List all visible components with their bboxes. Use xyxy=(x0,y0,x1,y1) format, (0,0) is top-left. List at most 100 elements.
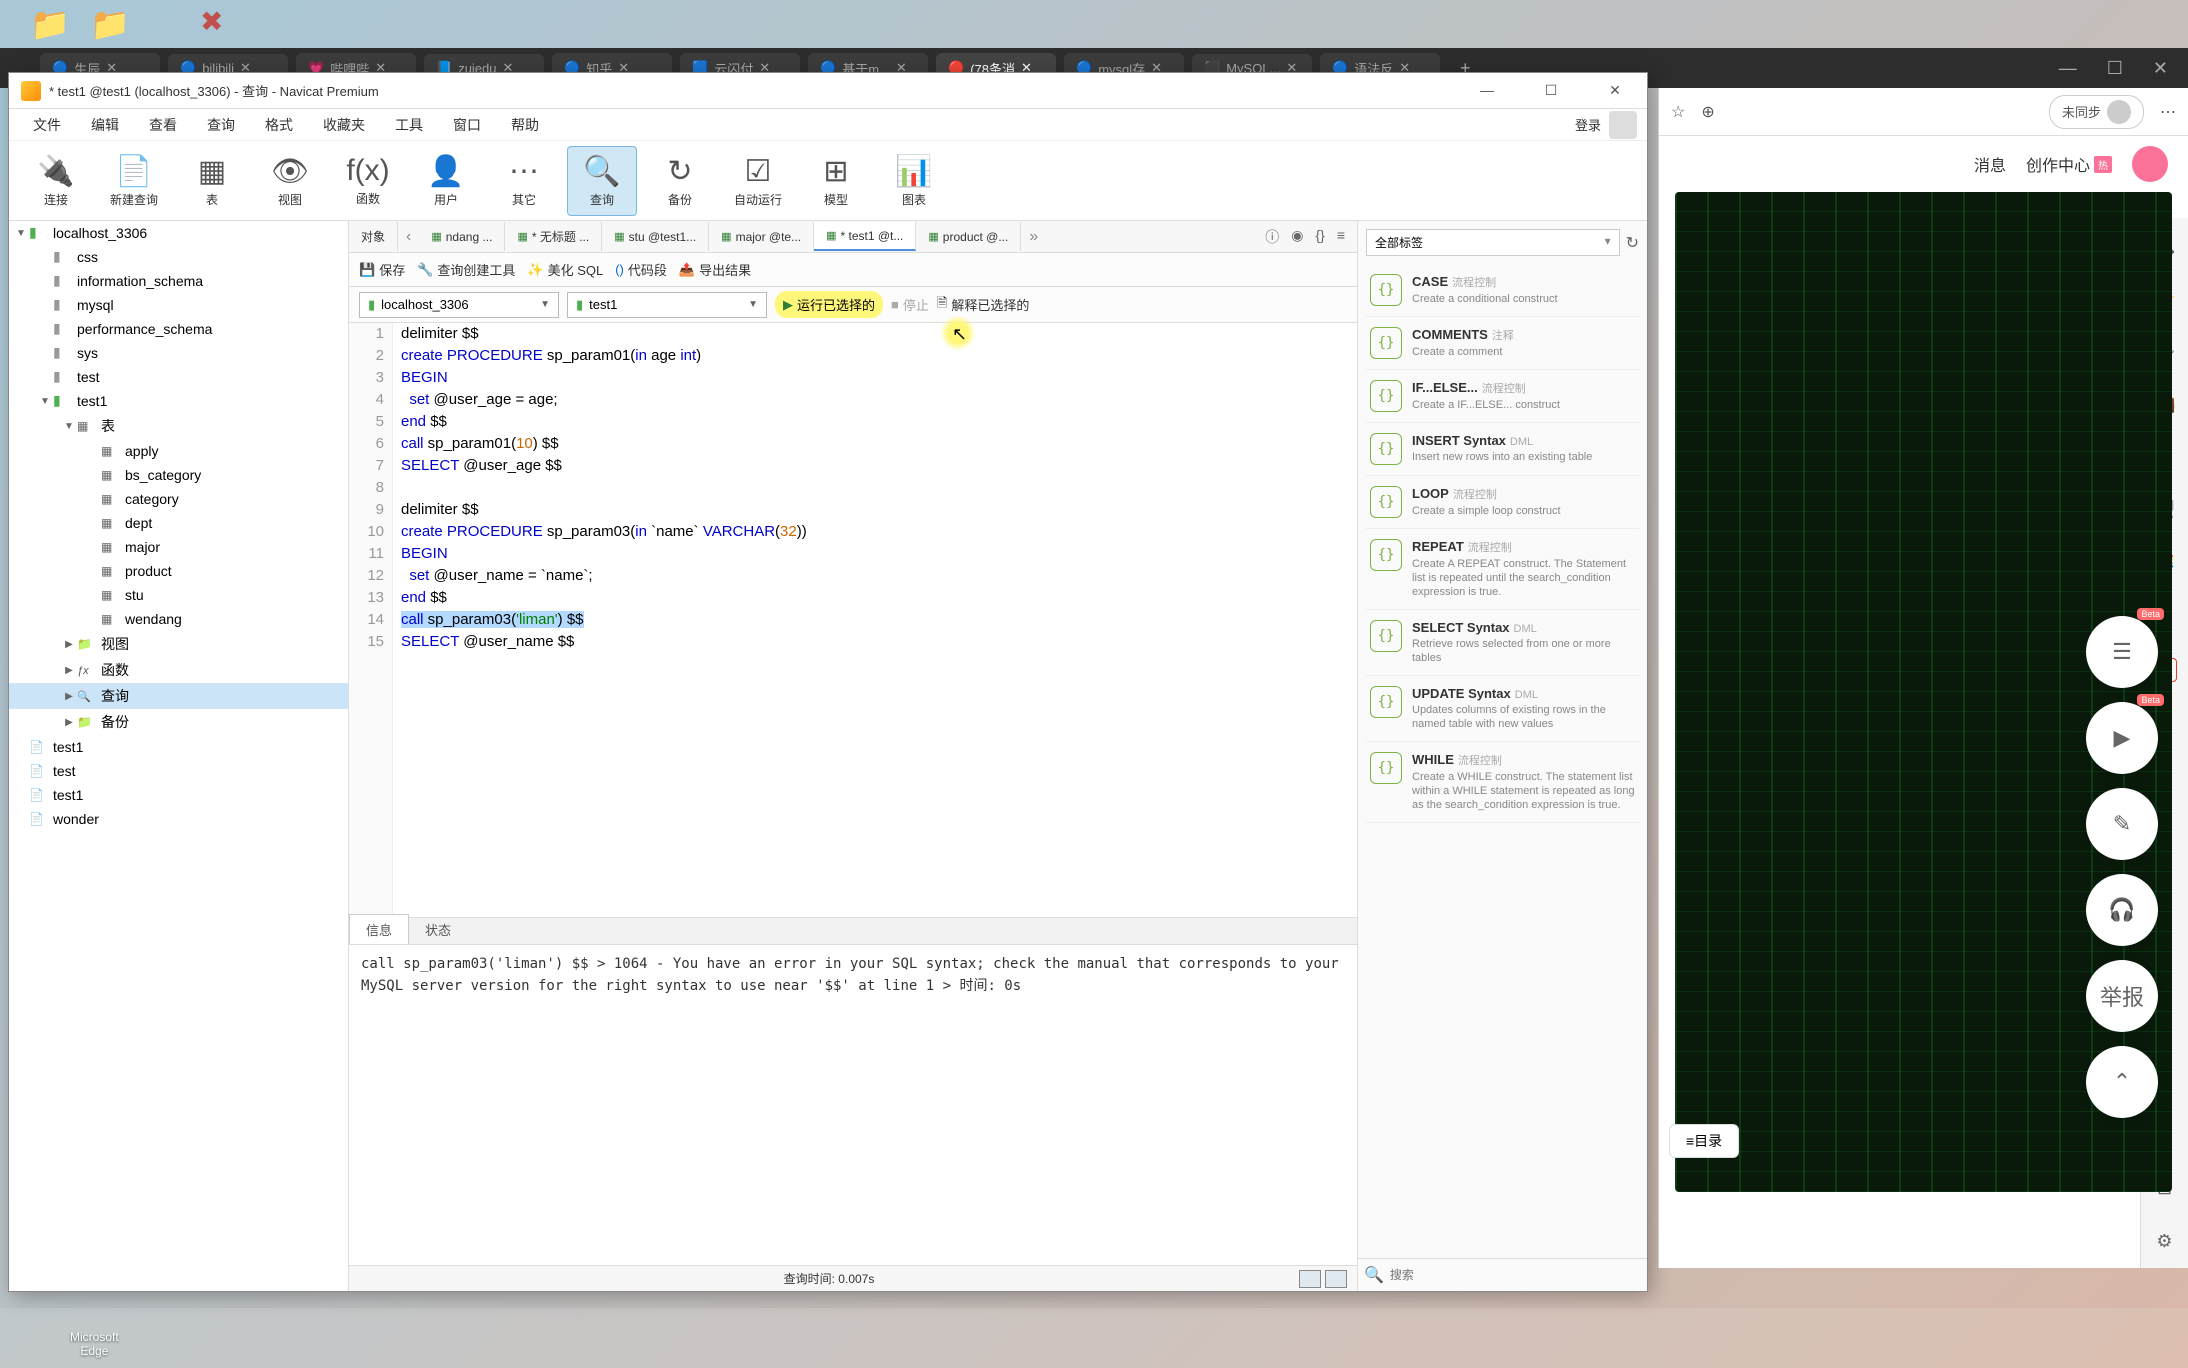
expand-icon[interactable]: ▶ xyxy=(61,639,77,650)
snippet-item[interactable]: {}LOOP流程控制Create a simple loop construct xyxy=(1366,476,1639,529)
tab-scroll-more[interactable]: » xyxy=(1021,228,1046,246)
collections-icon[interactable]: ⊕ xyxy=(1701,102,1714,122)
code-line[interactable]: call sp_param01(10) $$ xyxy=(401,433,1357,455)
code-line[interactable]: BEGIN xyxy=(401,367,1357,389)
maximize-icon[interactable]: ☐ xyxy=(2107,58,2123,79)
float-button[interactable]: ☰Beta xyxy=(2086,616,2158,688)
desktop-app-icon[interactable]: ✖ xyxy=(200,5,223,38)
snippet-item[interactable]: {}CASE流程控制Create a conditional construct xyxy=(1366,264,1639,317)
run-selected-button[interactable]: ▶运行已选择的 xyxy=(775,291,883,318)
snippet-item[interactable]: {}IF...ELSE...流程控制Create a IF...ELSE... … xyxy=(1366,370,1639,423)
snippet-item[interactable]: {}COMMENTS注释Create a comment xyxy=(1366,317,1639,370)
menu-item[interactable]: 收藏夹 xyxy=(309,111,379,139)
code-line[interactable]: set @user_age = age; xyxy=(401,389,1357,411)
editor-tab[interactable]: ▦ndang ... xyxy=(419,222,505,251)
code-line[interactable]: call sp_param03('liman') $$ xyxy=(401,609,1357,631)
login-area[interactable]: 登录 xyxy=(1575,111,1637,139)
toolbar-button-其它[interactable]: ⋯其它 xyxy=(489,146,559,216)
expand-icon[interactable]: ▼ xyxy=(37,396,53,407)
tree-item[interactable]: major xyxy=(9,535,348,559)
close-button[interactable]: ✕ xyxy=(1595,82,1635,99)
tree-item[interactable]: test1 xyxy=(9,783,348,807)
tree-item[interactable]: ▼test1 xyxy=(9,389,348,413)
expand-icon[interactable]: ▼ xyxy=(13,228,29,239)
toolbar-button-用户[interactable]: 👤用户 xyxy=(411,146,481,216)
toolbar-button-自动运行[interactable]: ☑自动运行 xyxy=(723,146,793,216)
code-line[interactable]: set @user_name = `name`; xyxy=(401,565,1357,587)
sync-button[interactable]: 未同步 xyxy=(2049,95,2144,129)
tree-item[interactable]: wonder xyxy=(9,807,348,831)
expand-icon[interactable]: ▶ xyxy=(61,691,77,702)
menu-item[interactable]: 窗口 xyxy=(439,111,495,139)
snippet-search-input[interactable] xyxy=(1390,1268,1641,1282)
hamburger-icon[interactable]: ≡ xyxy=(1337,227,1345,247)
float-button[interactable]: ⌃ xyxy=(2086,1046,2158,1118)
menu-item[interactable]: 工具 xyxy=(381,111,437,139)
menu-item[interactable]: 查询 xyxy=(193,111,249,139)
code-line[interactable]: SELECT @user_age $$ xyxy=(401,455,1357,477)
tree-item[interactable]: performance_schema xyxy=(9,317,348,341)
sql-editor[interactable]: 123456789101112131415 delimiter $$create… xyxy=(349,323,1357,917)
view-icon[interactable]: ◉ xyxy=(1291,227,1303,247)
tree-item[interactable]: test xyxy=(9,365,348,389)
result-tab[interactable]: 状态 xyxy=(409,915,467,944)
toolbar-button-函数[interactable]: f(x)函数 xyxy=(333,146,403,216)
tree-item[interactable]: ▼表 xyxy=(9,413,348,439)
snippet-item[interactable]: {}WHILE流程控制Create a WHILE construct. The… xyxy=(1366,742,1639,823)
favorite-icon[interactable]: ☆ xyxy=(1671,102,1685,122)
editor-tab[interactable]: ▦* test1 @t... xyxy=(814,222,916,251)
toolbar-button-视图[interactable]: 👁视图 xyxy=(255,146,325,216)
connection-select[interactable]: ▮localhost_3306▼ xyxy=(359,292,559,318)
code-line[interactable]: end $$ xyxy=(401,411,1357,433)
editor-tab[interactable]: ▦major @te... xyxy=(709,222,814,251)
minimize-icon[interactable]: — xyxy=(2059,58,2077,79)
messages-link[interactable]: 消息 xyxy=(1974,152,2006,176)
toolbar-button-查询[interactable]: 🔍查询 xyxy=(567,146,637,216)
tree-item[interactable]: ▶查询 xyxy=(9,683,348,709)
desktop-folder-icon[interactable]: 📁 xyxy=(30,5,70,43)
code-line[interactable]: delimiter $$ xyxy=(401,323,1357,345)
tree-item[interactable]: ▼localhost_3306 xyxy=(9,221,348,245)
editor-tab[interactable]: ▦stu @test1... xyxy=(602,222,709,251)
tab-objects[interactable]: 对象 xyxy=(349,222,398,251)
menu-item[interactable]: 查看 xyxy=(135,111,191,139)
menu-item[interactable]: 文件 xyxy=(19,111,75,139)
code-line[interactable]: end $$ xyxy=(401,587,1357,609)
tree-item[interactable]: bs_category xyxy=(9,463,348,487)
tree-item[interactable]: stu xyxy=(9,583,348,607)
expand-icon[interactable]: ▶ xyxy=(61,665,77,676)
close-icon[interactable]: ✕ xyxy=(2153,58,2168,79)
tree-item[interactable]: test1 xyxy=(9,735,348,759)
float-button[interactable]: ▶Beta xyxy=(2086,702,2158,774)
toolbar-button-连接[interactable]: 🔌连接 xyxy=(21,146,91,216)
database-select[interactable]: ▮test1▼ xyxy=(567,292,767,318)
tab-scroll-left[interactable]: ‹ xyxy=(398,228,419,246)
tree-item[interactable]: ▶函数 xyxy=(9,657,348,683)
tree-item[interactable]: category xyxy=(9,487,348,511)
snippet-item[interactable]: {}INSERT SyntaxDMLInsert new rows into a… xyxy=(1366,423,1639,476)
snippet-item[interactable]: {}SELECT SyntaxDMLRetrieve rows selected… xyxy=(1366,610,1639,676)
desktop-folder-icon[interactable]: 📁 xyxy=(90,5,130,43)
toolbar-button-图表[interactable]: 📊图表 xyxy=(879,146,949,216)
tree-item[interactable]: test xyxy=(9,759,348,783)
minimize-button[interactable]: — xyxy=(1467,82,1507,99)
stop-button[interactable]: ■停止 xyxy=(891,295,929,314)
user-avatar[interactable] xyxy=(2132,146,2168,182)
browser-window-controls[interactable]: — ☐ ✕ xyxy=(2059,58,2168,79)
expand-icon[interactable]: ▶ xyxy=(61,717,77,728)
toolbar-button-模型[interactable]: ⊞模型 xyxy=(801,146,871,216)
float-button[interactable]: 举报 xyxy=(2086,960,2158,1032)
query-builder-button[interactable]: 🔧查询创建工具 xyxy=(417,260,515,279)
tree-item[interactable]: apply xyxy=(9,439,348,463)
menu-item[interactable]: 格式 xyxy=(251,111,307,139)
tree-item[interactable]: ▶视图 xyxy=(9,631,348,657)
toolbar-button-备份[interactable]: ↻备份 xyxy=(645,146,715,216)
export-result-button[interactable]: 📤导出结果 xyxy=(679,260,751,279)
code-line[interactable]: SELECT @user_name $$ xyxy=(401,631,1357,653)
tree-item[interactable]: css xyxy=(9,245,348,269)
avatar-icon[interactable] xyxy=(1609,111,1637,139)
float-button[interactable]: 🎧 xyxy=(2086,874,2158,946)
editor-tab[interactable]: ▦* 无标题 ... xyxy=(505,222,602,251)
code-line[interactable]: create PROCEDURE sp_param01(in age int) xyxy=(401,345,1357,367)
layout-toggle[interactable] xyxy=(1299,1270,1347,1288)
